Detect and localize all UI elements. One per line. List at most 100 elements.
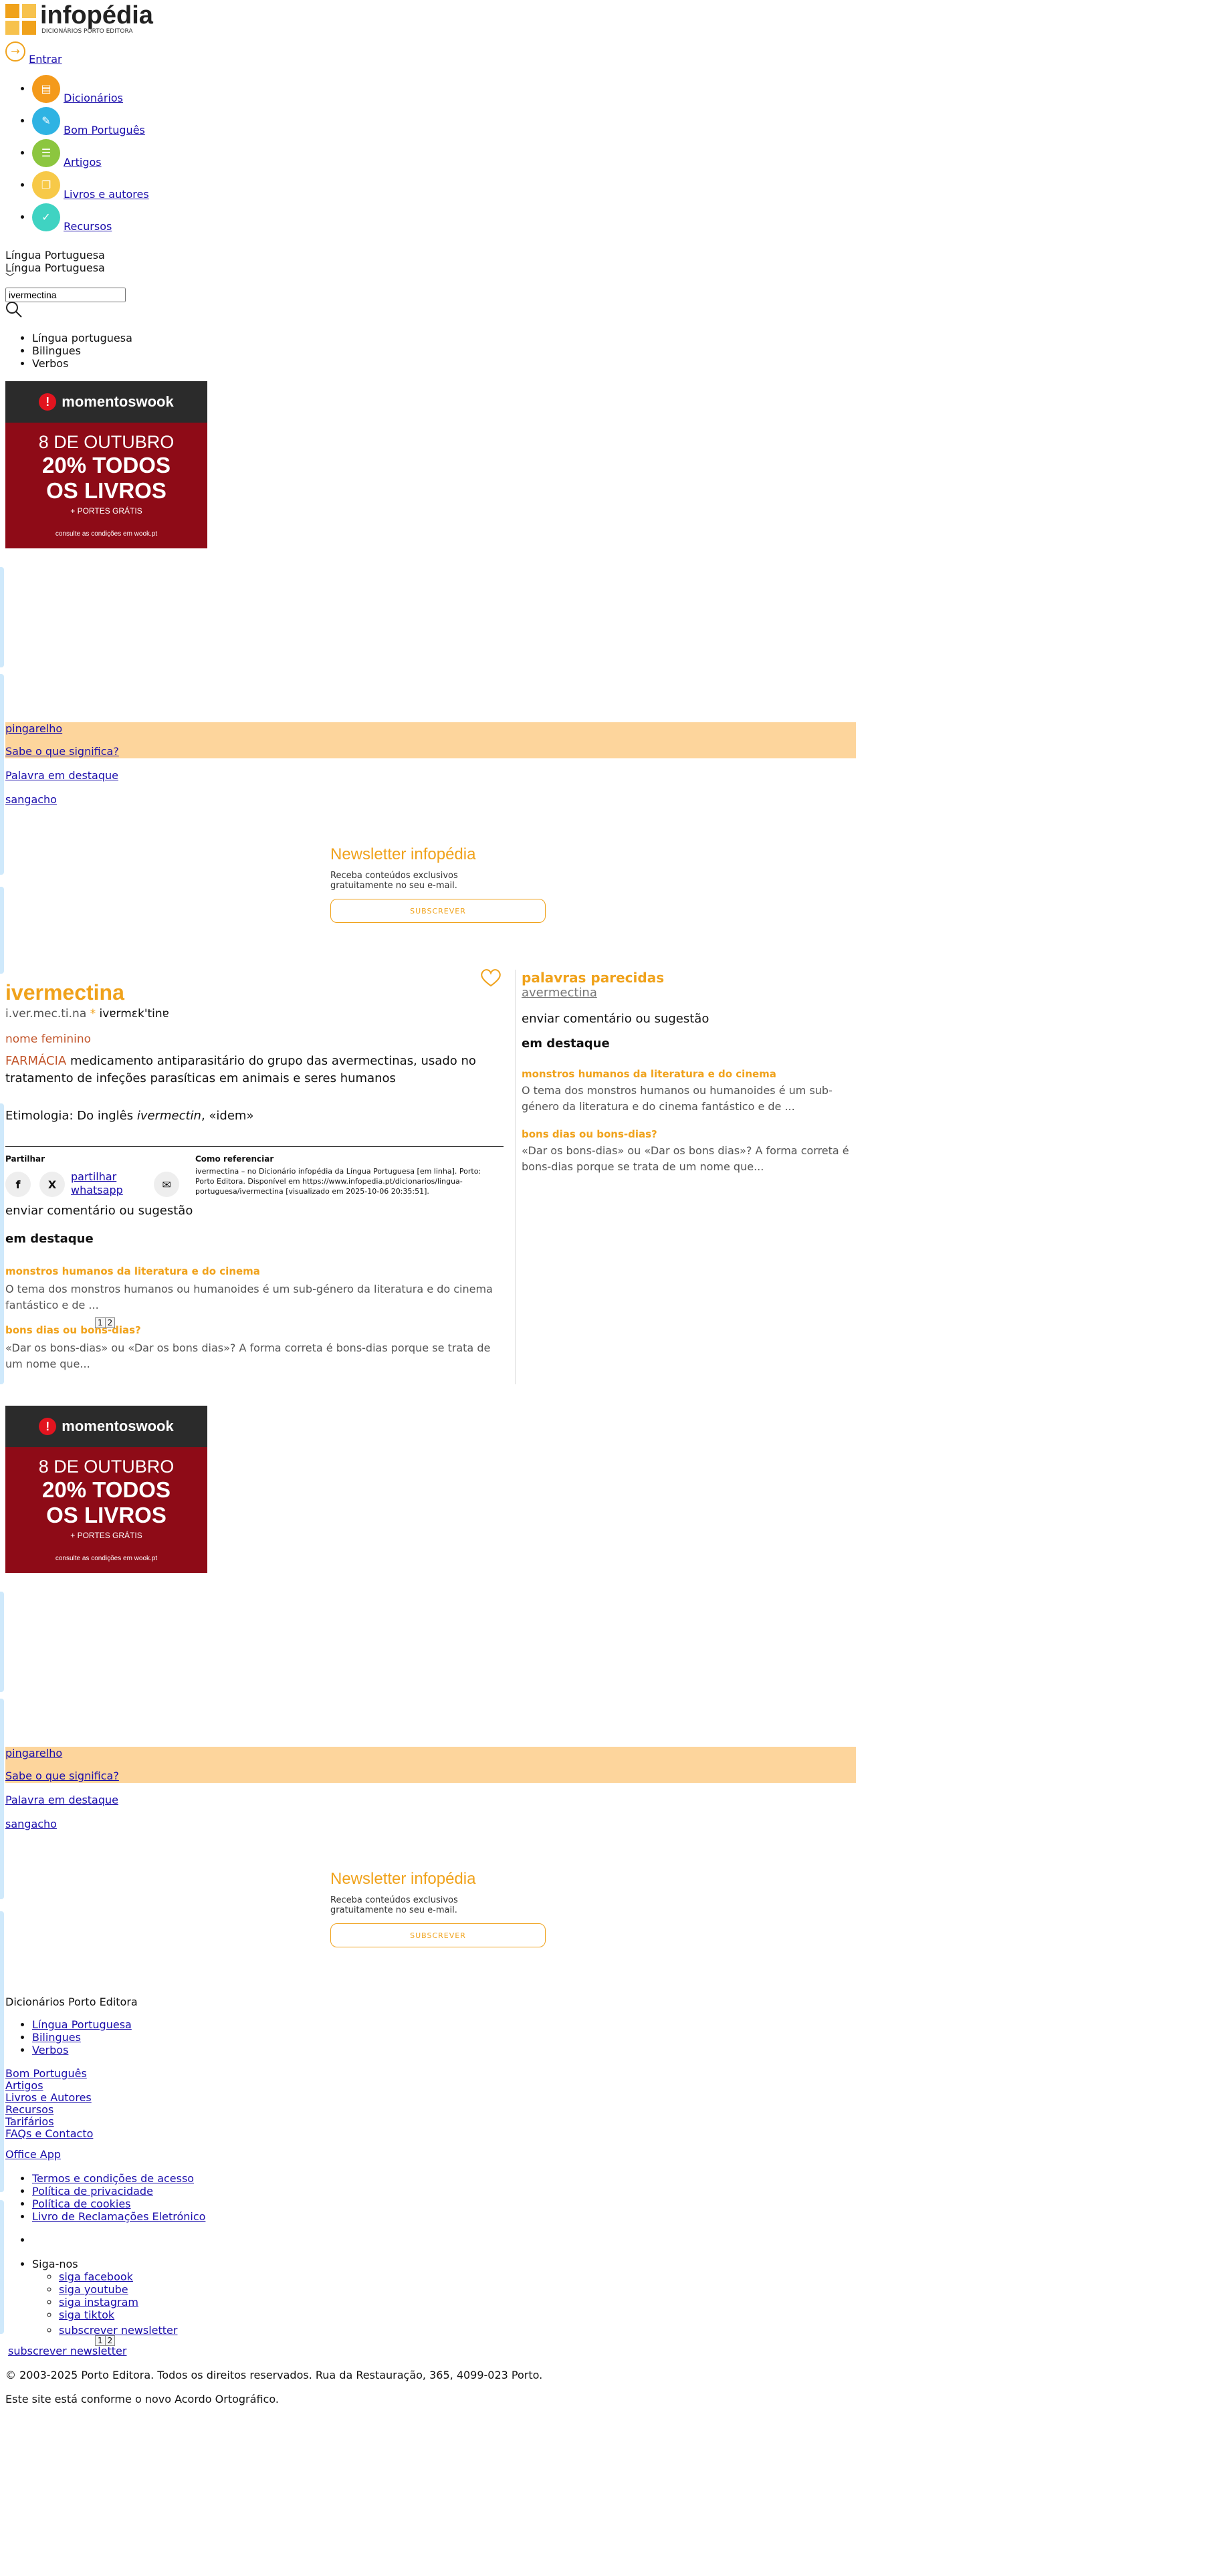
footer-dict-link-label[interactable]: Verbos bbox=[32, 2044, 68, 2056]
sidebar-item[interactable]: monstros humanos da literatura e do cine… bbox=[522, 1068, 856, 1115]
tab-lingua-portuguesa[interactable]: Língua portuguesa bbox=[32, 332, 132, 344]
legal-link-terms[interactable]: Termos e condições de acesso bbox=[32, 2172, 194, 2185]
footer-link-recursos[interactable]: Recursos bbox=[5, 2103, 53, 2116]
promo-conditions: consulte as condições em wook.pt bbox=[55, 1555, 158, 1562]
sidebar-feedback[interactable]: enviar comentário ou sugestão bbox=[522, 1012, 856, 1026]
social-list: Siga-nos siga facebook siga youtube siga… bbox=[5, 2258, 177, 2337]
email-icon[interactable]: ✉ bbox=[154, 1172, 180, 1197]
feedback-link[interactable]: enviar comentário ou sugestão bbox=[5, 1204, 193, 1218]
pronunciation: ivɐrmɛk'tinɐ bbox=[99, 1007, 169, 1021]
tiktok-link[interactable]: siga tiktok bbox=[59, 2309, 114, 2321]
promo-banner[interactable]: ! momentoswook 8 DE OUTUBRO 20% TODOS OS … bbox=[5, 381, 207, 548]
footer-link-bom-portugues[interactable]: Bom Português bbox=[5, 2067, 87, 2080]
office-app-link[interactable]: Office App bbox=[5, 2148, 61, 2161]
sidebar-item-title[interactable]: bons dias ou bons-dias? bbox=[522, 1128, 856, 1140]
youtube-link[interactable]: siga youtube bbox=[59, 2283, 128, 2296]
featured-item-title[interactable]: bons dias ou bons-dias? bbox=[5, 1324, 504, 1336]
heart-icon[interactable] bbox=[480, 968, 502, 990]
promo-discount: 20% TODOS bbox=[42, 453, 171, 477]
sidebar-item[interactable]: bons dias ou bons-dias? «Dar os bons-dia… bbox=[522, 1128, 856, 1175]
etymology: Etimologia: Do inglês ivermectin, «idem» bbox=[5, 1109, 253, 1123]
nav-item-livros[interactable]: ❐ Livros e autores bbox=[32, 171, 149, 203]
pronunciation-line: i.ver.mec.ti.na * ivɐrmɛk'tinɐ bbox=[5, 1007, 169, 1021]
dictionary-select[interactable]: Língua Portuguesa Língua Portuguesa ﹀ bbox=[5, 249, 105, 283]
part-of-speech: nome feminino bbox=[5, 1033, 91, 1046]
promo-brand-text: momentoswook bbox=[62, 1418, 174, 1434]
word-of-day-word[interactable]: pingarelho bbox=[5, 722, 62, 735]
footer-dict-link-label[interactable]: Língua Portuguesa bbox=[32, 2018, 132, 2031]
nav-label[interactable]: Dicionários bbox=[64, 92, 123, 104]
footer-dict-link[interactable]: Bilingues bbox=[32, 2031, 132, 2044]
carousel-pager: 12 bbox=[95, 1317, 116, 1328]
side-tab bbox=[0, 567, 4, 667]
article-icon: ☰ bbox=[32, 139, 60, 167]
footer-dict-link[interactable]: Verbos bbox=[32, 2044, 132, 2056]
empty-list bbox=[5, 2234, 32, 2246]
x-icon[interactable]: X bbox=[39, 1172, 66, 1197]
subscribe-button[interactable]: SUBSCREVER bbox=[330, 1923, 546, 1947]
logo[interactable]: infopédia DICIONÁRIOS PORTO EDITORA bbox=[5, 1, 153, 35]
word-of-day[interactable]: pingarelho Sabe o que significa? bbox=[5, 722, 856, 758]
newsletter-title: Newsletter infopédia bbox=[330, 1870, 476, 1888]
search-icon[interactable] bbox=[5, 301, 23, 321]
subscribe-button[interactable]: SUBSCREVER bbox=[330, 899, 546, 923]
tab-verbos[interactable]: Verbos bbox=[32, 357, 132, 370]
nav-label[interactable]: Livros e autores bbox=[64, 188, 149, 201]
facebook-link[interactable]: siga facebook bbox=[59, 2270, 133, 2283]
login-label[interactable]: Entrar bbox=[29, 53, 62, 66]
footer-dict-link[interactable]: Língua Portuguesa bbox=[32, 2018, 132, 2031]
pager-dot[interactable]: 2 bbox=[106, 2336, 115, 2345]
sidebar-featured-title: em destaque bbox=[522, 1037, 610, 1051]
footer-dict-links: Língua Portuguesa Bilingues Verbos bbox=[5, 2018, 132, 2056]
nav-label[interactable]: Artigos bbox=[64, 156, 102, 169]
pager-dot[interactable]: 1 bbox=[96, 1318, 106, 1327]
nav-label[interactable]: Recursos bbox=[64, 220, 112, 233]
word-of-day-word[interactable]: pingarelho bbox=[5, 1747, 62, 1759]
newsletter: Newsletter infopédia Receba conteúdos ex… bbox=[330, 845, 546, 923]
search-input[interactable] bbox=[5, 288, 126, 302]
featured-item-title[interactable]: monstros humanos da literatura e do cine… bbox=[5, 1265, 504, 1277]
legal-link-complaints[interactable]: Livro de Reclamações Eletrónico bbox=[32, 2210, 205, 2223]
sidebar-item-title[interactable]: monstros humanos da literatura e do cine… bbox=[522, 1068, 856, 1080]
newsletter: Newsletter infopédia Receba conteúdos ex… bbox=[330, 1870, 546, 1947]
footer-link-faqs[interactable]: FAQs e Contacto bbox=[5, 2127, 93, 2140]
etymology-rest: , «idem» bbox=[201, 1109, 254, 1123]
login-icon: → bbox=[5, 41, 25, 62]
word-of-day[interactable]: pingarelho Sabe o que significa? bbox=[5, 1747, 856, 1783]
facebook-icon[interactable]: f bbox=[5, 1172, 31, 1197]
word-of-day-question[interactable]: Sabe o que significa? bbox=[5, 1769, 119, 1782]
footer-link-tarifarios[interactable]: Tarifários bbox=[5, 2115, 54, 2128]
whatsapp-share[interactable]: partilhar whatsapp bbox=[71, 1170, 138, 1197]
similar-word[interactable]: avermectina bbox=[522, 986, 597, 1000]
pager-dot[interactable]: 1 bbox=[96, 2336, 106, 2345]
chevron-down-icon[interactable]: ﹀ bbox=[5, 274, 105, 283]
login-link[interactable]: → Entrar bbox=[5, 41, 62, 66]
nav-item-bom-portugues[interactable]: ✎ Bom Português bbox=[32, 107, 149, 139]
footer-link-livros[interactable]: Livros e Autores bbox=[5, 2091, 92, 2104]
featured-word[interactable]: sangacho bbox=[5, 793, 57, 806]
subscribe-newsletter-link-2[interactable]: subscrever newsletter bbox=[8, 2345, 126, 2357]
legal-link-cookies[interactable]: Política de cookies bbox=[32, 2197, 131, 2210]
chat-icon: ✎ bbox=[32, 107, 60, 135]
featured-word-label[interactable]: Palavra em destaque bbox=[5, 1794, 118, 1806]
footer-dict-link-label[interactable]: Bilingues bbox=[32, 2031, 81, 2044]
nav-item-dicionarios[interactable]: ▤ Dicionários bbox=[32, 75, 149, 107]
instagram-link[interactable]: siga instagram bbox=[59, 2296, 138, 2309]
promo-brand: ! momentoswook bbox=[5, 381, 207, 423]
nav-item-recursos[interactable]: ✓ Recursos bbox=[32, 203, 149, 235]
nav-item-artigos[interactable]: ☰ Artigos bbox=[32, 139, 149, 171]
featured-item[interactable]: monstros humanos da literatura e do cine… bbox=[5, 1265, 504, 1313]
featured-item[interactable]: bons dias ou bons-dias? «Dar os bons-dia… bbox=[5, 1324, 504, 1372]
footer-link-artigos[interactable]: Artigos bbox=[5, 2079, 43, 2092]
featured-word[interactable]: sangacho bbox=[5, 1818, 57, 1830]
subscribe-newsletter-link[interactable]: subscrever newsletter bbox=[59, 2324, 177, 2337]
tab-bilingues[interactable]: Bilingues bbox=[32, 344, 132, 357]
follow-label: Siga-nos bbox=[32, 2258, 78, 2270]
pager-dot[interactable]: 2 bbox=[106, 1318, 115, 1327]
nav-label[interactable]: Bom Português bbox=[64, 124, 145, 136]
promo-banner[interactable]: ! momentoswook 8 DE OUTUBRO 20% TODOS OS … bbox=[5, 1406, 207, 1573]
featured-word-label[interactable]: Palavra em destaque bbox=[5, 769, 118, 782]
legal-link-privacy[interactable]: Política de privacidade bbox=[32, 2185, 153, 2197]
word-of-day-question[interactable]: Sabe o que significa? bbox=[5, 745, 119, 758]
newsletter-title: Newsletter infopédia bbox=[330, 845, 476, 863]
